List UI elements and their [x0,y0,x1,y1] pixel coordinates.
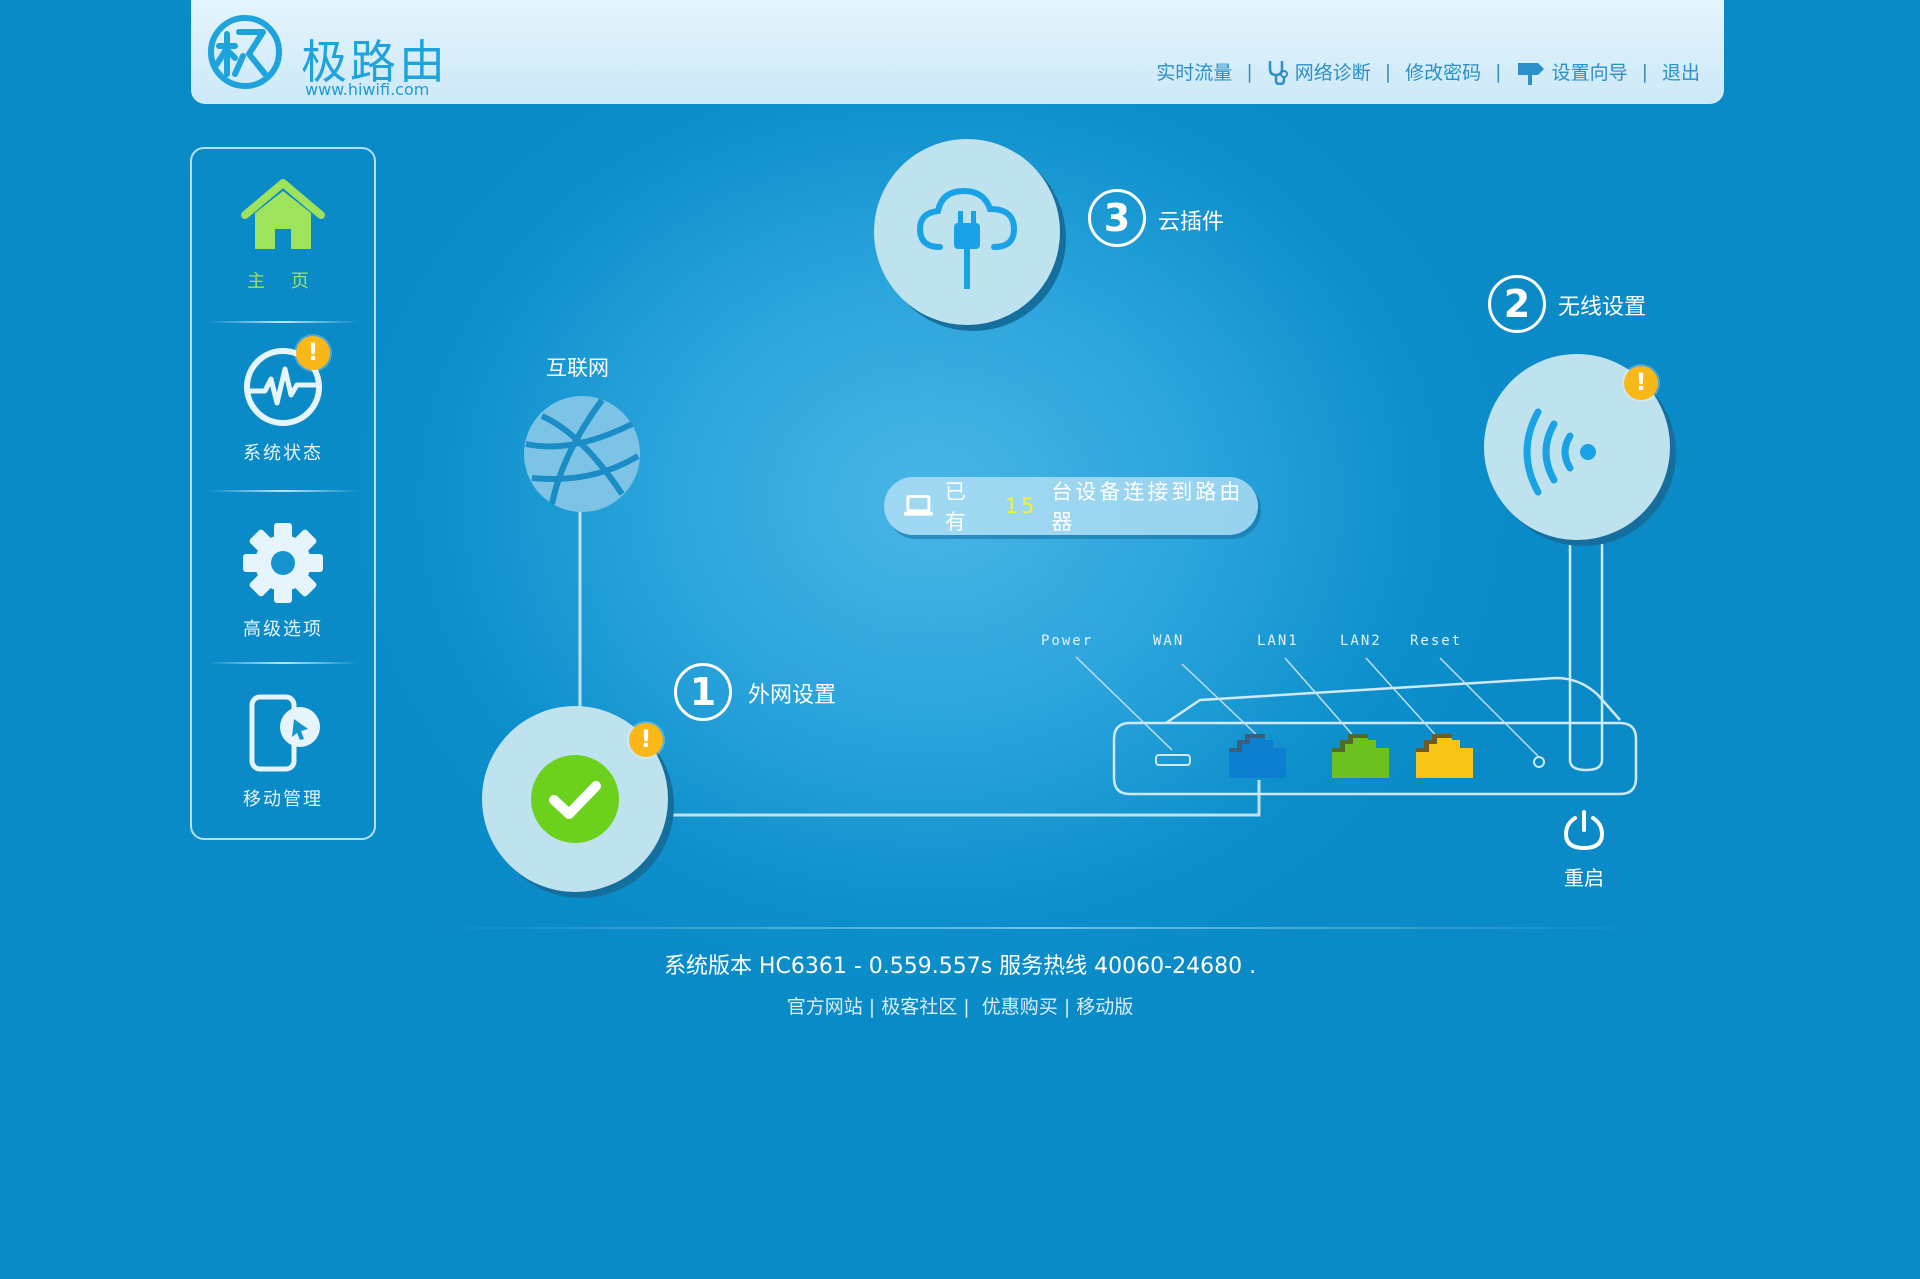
check-icon [531,755,619,843]
cloud-plugin-button[interactable] [874,139,1060,325]
step-number: 1 [674,663,732,721]
wireless-settings-label[interactable]: 无线设置 [1558,289,1646,321]
device-count: 15 [1004,494,1038,518]
link-separator: | [868,996,882,1018]
wifi-icon [1523,408,1596,496]
internet-label: 互联网 [546,356,609,380]
footer-links: 官方网站 | 极客社区 | 优惠购买 | 移动版 [0,992,1920,1019]
port-label-reset: Reset [1410,633,1463,649]
footer-divider [430,927,1650,929]
link-separator: | [963,996,982,1018]
reboot-label: 重启 [1564,866,1604,890]
wan-settings-label[interactable]: 外网设置 [748,677,836,709]
warning-badge [1624,366,1658,400]
cloud-plug-icon [916,187,1018,289]
port-label-wan: WAN [1153,633,1185,649]
deals-link[interactable]: 优惠购买 [982,996,1058,1018]
official-site-link[interactable]: 官方网站 [787,996,863,1018]
port-label-power: Power [1041,633,1094,649]
laptop-icon [904,494,933,516]
link-separator: | [1063,996,1077,1018]
geek-community-link[interactable]: 极客社区 [881,996,957,1018]
devices-prefix: 已有 [944,480,969,534]
reset-hole [1533,756,1545,768]
connector-line [670,780,1261,817]
globe-icon [524,396,640,512]
router-top-outline [1165,676,1621,725]
port-label-lan1: LAN1 [1257,633,1299,649]
connected-devices-pill[interactable]: 已有 15 台设备连接到路由器 [884,477,1258,535]
cloud-plugin-label[interactable]: 云插件 [1158,204,1224,236]
step-number: 2 [1488,275,1546,333]
reboot-button[interactable]: 重启 [1548,808,1620,891]
devices-suffix: 台设备连接到路由器 [1051,480,1244,534]
page-background: 极路由 www.hiwifi.com 实时流量 | 网络诊断 | 修改密码 | [0,0,1920,1279]
power-icon [1563,810,1605,851]
warning-badge [629,723,663,757]
port-label-lan2: LAN2 [1340,633,1382,649]
mobile-version-link[interactable]: 移动版 [1076,996,1133,1018]
power-port [1155,754,1191,766]
version-info: 系统版本 HC6361 - 0.559.557s 服务热线 40060-2468… [663,954,1257,979]
step-number: 3 [1088,189,1146,247]
